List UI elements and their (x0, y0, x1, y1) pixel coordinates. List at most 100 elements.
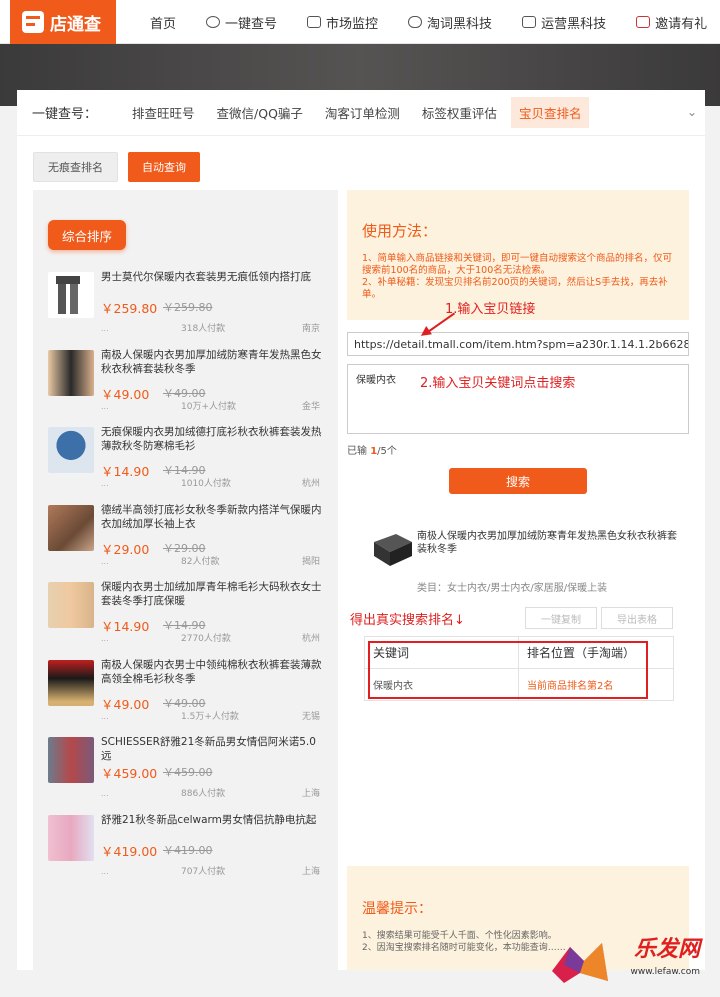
product-title: 男士莫代尔保暖内衣套装男无痕低领内搭打底 (101, 271, 311, 283)
sort-button[interactable]: 综合排序 (48, 220, 127, 250)
nav-item-lookup[interactable]: 一键查号 (206, 13, 277, 32)
logo-text: 店通查 (50, 14, 101, 35)
grid-icon (522, 16, 537, 28)
product-location: 金华 (301, 401, 320, 412)
nav-label: 一键查号 (225, 16, 278, 32)
list-item[interactable]: 德绒半高领打底衫女秋冬季新款内搭洋气保暖内衣加绒加厚长袖上衣 ￥29.00 ￥2… (33, 501, 338, 579)
watermark-logo-icon (552, 943, 608, 983)
nav-item-keyword-tech[interactable]: 淘词黑科技 (408, 13, 492, 32)
list-item[interactable]: 男士莫代尔保暖内衣套装男无痕低领内搭打底 ￥259.80 ￥259.80 ...… (33, 268, 338, 346)
product-sales: 1010人付款 (181, 479, 231, 489)
nav-item-home[interactable]: 首页 (150, 13, 176, 32)
tabs-label: 一键查号： (32, 107, 98, 122)
product-dots: ... (101, 556, 109, 566)
product-sales: 10万+人付款 (181, 401, 236, 412)
product-title: 南极人保暖内衣男士中领纯棉秋衣秋裤套装薄款高领全棉毛衫秋冬季 (101, 658, 322, 685)
result-thumbnail (366, 526, 416, 570)
list-item[interactable]: 保暖内衣男士加绒加厚青年棉毛衫大码秋衣女士套装冬季打底保暖 ￥14.90 ￥14… (33, 578, 338, 656)
nav-label: 市场监控 (326, 16, 379, 32)
annotation-step-1: 1.输入宝贝链接 (445, 302, 536, 317)
product-location: 无锡 (301, 711, 320, 722)
watermark: 乐发网 www.lefaw.com (540, 931, 710, 991)
product-sales: 886人付款 (181, 789, 226, 799)
watermark-url: www.lefaw.com (630, 967, 700, 977)
result-category: 类目：女士内衣/男士内衣/家居服/保暖上装 (417, 583, 608, 594)
product-location: 杭州 (301, 479, 320, 489)
product-sales: 318人付款 (181, 324, 226, 334)
usage-text: 1、简单输入商品链接和关键词，即可一键自动搜索这个商品的排名，仅可搜索前100名… (362, 253, 677, 301)
product-thumbnail (48, 349, 94, 396)
tab-check-wechat-qq[interactable]: 查微信/QQ骗子 (217, 103, 303, 122)
list-item[interactable]: 舒雅21秋冬新品celwarm男女情侣抗静电抗起 ￥419.00 ￥419.00… (33, 811, 338, 889)
nav-label: 淘词黑科技 (427, 16, 493, 32)
nav-menu: 首页 一键查号 市场监控 淘词黑科技 运营黑科技 邀请有礼 (150, 0, 720, 44)
logo-icon (22, 11, 44, 33)
product-price: ￥29.00 (101, 541, 150, 557)
product-dots: ... (101, 711, 109, 721)
nav-label: 邀请有礼 (655, 16, 708, 32)
monitor-icon (307, 16, 322, 28)
product-title: 无痕保暖内衣男加绒德打底衫秋衣秋裤套装发热薄款秋冬防寒棉毛衫 (101, 426, 322, 452)
nav-item-invite[interactable]: 邀请有礼 (636, 13, 707, 32)
product-dots: ... (101, 401, 109, 411)
product-original-price: ￥419.00 (163, 843, 213, 857)
product-title: 舒雅21秋冬新品celwarm男女情侣抗静电抗起 (101, 813, 317, 826)
chevron-down-icon[interactable]: ⌄ (687, 105, 697, 119)
chat-icon (408, 16, 423, 28)
product-title: 保暖内衣男士加绒加厚青年棉毛衫大码秋衣女士套装冬季打底保暖 (101, 581, 322, 607)
product-price: ￥459.00 (101, 766, 158, 781)
product-list: 男士莫代尔保暖内衣套装男无痕低领内搭打底 ￥259.80 ￥259.80 ...… (33, 268, 338, 888)
product-price: ￥49.00 (101, 696, 150, 712)
nav-label: 运营黑科技 (541, 16, 607, 32)
nav-item-monitor[interactable]: 市场监控 (307, 13, 378, 32)
tab-item-rank[interactable]: 宝贝查排名 (510, 97, 590, 128)
product-sales: 2770人付款 (181, 634, 231, 644)
product-thumbnail (48, 272, 94, 318)
product-price: ￥259.80 (101, 301, 158, 316)
traceless-rank-button[interactable]: 无痕查排名 (33, 152, 118, 182)
product-thumbnail (48, 659, 94, 706)
search-button[interactable]: 搜索 (449, 468, 587, 494)
list-item[interactable]: 南极人保暖内衣男士中领纯棉秋衣秋裤套装薄款高领全棉毛衫秋冬季 ￥49.00 ￥4… (33, 656, 338, 734)
annotation-step-3: 得出真实搜索排名↓ (350, 613, 465, 628)
auto-query-button[interactable]: 自动查询 (128, 152, 200, 182)
product-sales: 707人付款 (181, 866, 226, 877)
watermark-text: 乐发网 (633, 936, 700, 962)
copy-button[interactable]: 一键复制 (525, 607, 597, 629)
product-dots: ... (101, 789, 109, 798)
tab-check-wangwang[interactable]: 排查旺旺号 (132, 103, 195, 122)
product-location: 上海 (301, 866, 320, 877)
product-price: ￥419.00 (101, 843, 158, 859)
list-item[interactable]: SCHIESSER舒雅21冬新品男女情侣阿米诺5.0远 ￥459.00 ￥459… (33, 733, 338, 811)
eye-icon (206, 16, 221, 28)
product-original-price: ￥259.80 (163, 301, 213, 314)
annotation-highlight-box (368, 641, 648, 699)
tool-tabs: 一键查号： 排查旺旺号 查微信/QQ骗子 淘客订单检测 标签权重评估 宝贝查排名… (17, 90, 705, 136)
product-sales: 82人付款 (181, 556, 220, 567)
product-price: ￥14.90 (101, 619, 150, 634)
tab-order-check[interactable]: 淘客订单检测 (325, 103, 400, 122)
product-location: 上海 (301, 789, 320, 799)
product-thumbnail (48, 582, 94, 628)
product-location: 南京 (301, 324, 320, 334)
nav-label: 首页 (150, 16, 177, 32)
product-dots: ... (101, 479, 109, 488)
list-item[interactable]: 无痕保暖内衣男加绒德打底衫秋衣秋裤套装发热薄款秋冬防寒棉毛衫 ￥14.90 ￥1… (33, 423, 338, 501)
product-title: 德绒半高领打底衫女秋冬季新款内搭洋气保暖内衣加绒加厚长袖上衣 (101, 503, 322, 530)
product-location: 杭州 (301, 634, 320, 644)
nav-item-ops-tech[interactable]: 运营黑科技 (522, 13, 606, 32)
tab-tag-weight[interactable]: 标签权重评估 (422, 103, 497, 122)
product-sales: 1.5万+人付款 (181, 711, 239, 722)
product-thumbnail (48, 737, 94, 783)
list-item[interactable]: 南极人保暖内衣男加厚加绒防寒青年发热黑色女秋衣秋裤套装秋冬季 ￥49.00 ￥4… (33, 346, 338, 424)
product-thumbnail (48, 504, 94, 551)
count-prefix: 已输 (347, 446, 367, 457)
item-url-input[interactable]: https://detail.tmall.com/item.htm?spm=a2… (347, 332, 689, 356)
result-title: 南极人保暖内衣男加厚加绒防寒青年发热黑色女秋衣秋裤套装秋冬季 (417, 531, 677, 555)
export-button[interactable]: 导出表格 (601, 607, 673, 629)
usage-line-1: 1、简单输入商品链接和关键词，即可一键自动搜索这个商品的排名，仅可搜索前100名… (362, 253, 673, 276)
product-thumbnail (48, 814, 94, 861)
logo[interactable]: 店通查 (10, 0, 116, 44)
product-price: ￥49.00 (101, 386, 150, 402)
product-price: ￥14.90 (101, 464, 150, 479)
